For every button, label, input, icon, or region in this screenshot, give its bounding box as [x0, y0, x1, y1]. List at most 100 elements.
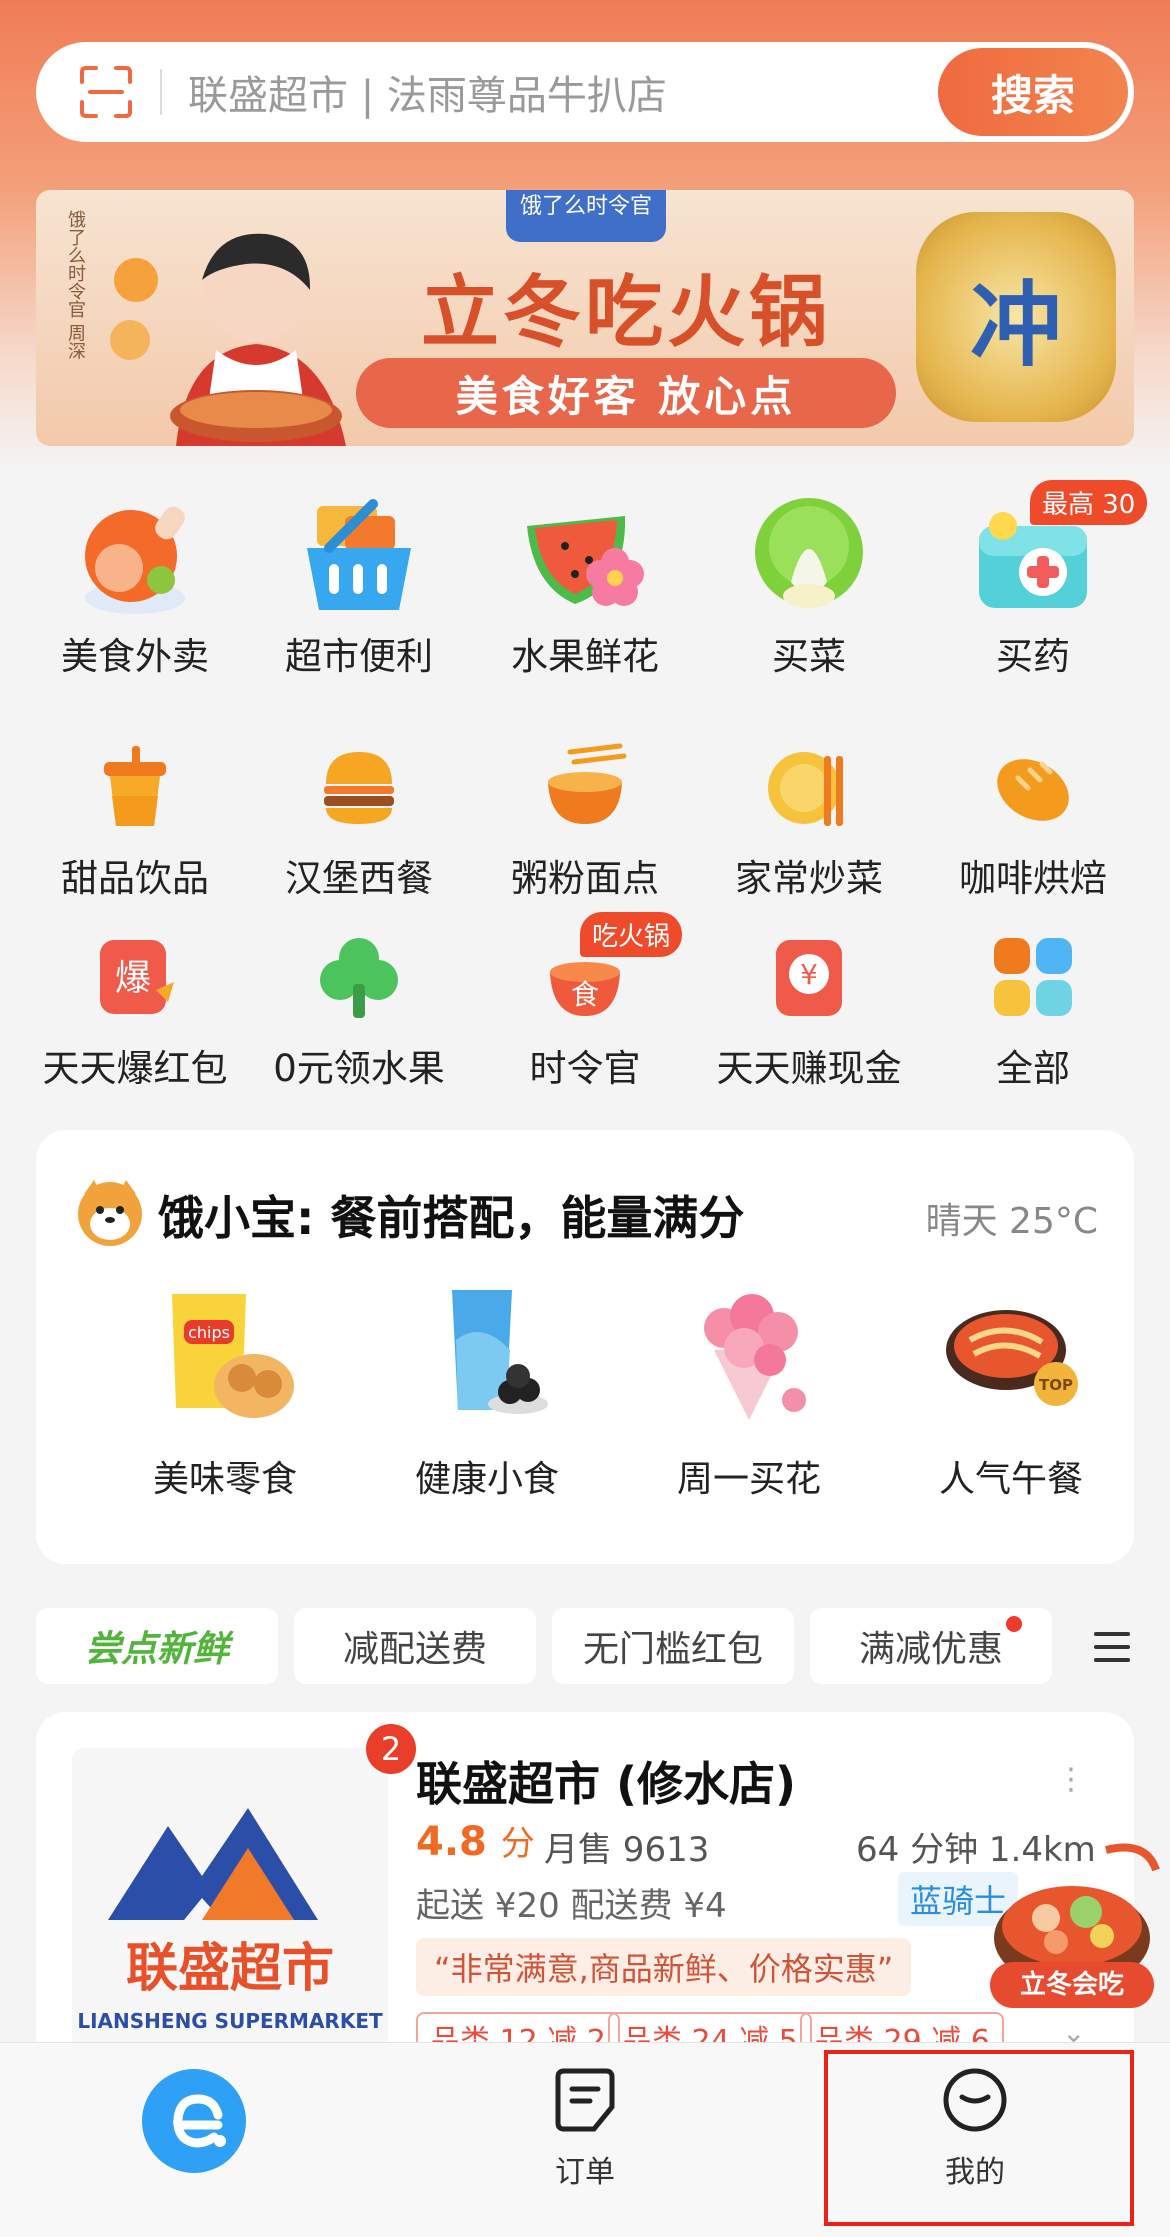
category-congee-noodles[interactable]: 粥粉面点 [472, 742, 698, 902]
store-rating: 4.8 分 [416, 1816, 535, 1865]
category-coffee-bakery[interactable]: 咖啡烘焙 [920, 742, 1146, 902]
banner-tag: 饿了么时令官 [506, 190, 666, 242]
category-fruit-flower[interactable]: 水果鲜花 [472, 486, 698, 680]
ai-item-label: 健康小食 [414, 1459, 559, 1500]
category-label: 超市便利 [285, 635, 433, 678]
category-daily-red-packet[interactable]: 爆 天天爆红包 [22, 932, 248, 1092]
medicine-badge: 最高 30 [1030, 480, 1148, 525]
watermelon-flower-icon [527, 516, 644, 606]
search-button[interactable]: 搜索 [938, 48, 1128, 136]
ai-card-name: 饿小宝: [158, 1191, 315, 1245]
category-label: 汉堡西餐 [285, 857, 433, 900]
more-options-icon[interactable]: ⋮ [1056, 1762, 1086, 1797]
store-logo-subtext: LIANSHENG SUPERMARKET [77, 2009, 383, 2033]
weather-text: 晴天 25°C [925, 1201, 1098, 1242]
noodle-bowl-icon [548, 743, 627, 824]
seasonal-bowl-icon-text: 食 [571, 978, 599, 1011]
ai-recommend-card[interactable]: 饿小宝: 餐前搭配，能量满分 晴天 25°C chips 美味零食 健康小食 周… [36, 1130, 1134, 1564]
category-all[interactable]: 全部 [920, 932, 1146, 1092]
category-supermarket[interactable]: 超市便利 [246, 486, 472, 680]
category-label: 粥粉面点 [511, 857, 659, 900]
order-icon [555, 2068, 615, 2132]
spokesperson-image [110, 233, 346, 446]
roast-leg-icon [85, 506, 185, 614]
ai-item-healthy-snack[interactable]: 健康小食 [356, 1280, 618, 1502]
menu-icon[interactable] [1092, 1630, 1132, 1664]
ai-item-snacks[interactable]: chips 美味零食 [94, 1280, 356, 1502]
search-input[interactable]: 联盛超市 | 法雨尊品牛扒店 [188, 63, 938, 121]
tab-orders-label: 订单 [555, 2155, 615, 2190]
bouquet-icon [704, 1294, 806, 1420]
review-quote: “非常满意,商品新鲜、价格实惠” [416, 1938, 912, 1996]
search-bar[interactable]: 联盛超市 | 法雨尊品牛扒店 搜索 [36, 42, 1134, 142]
charge-badge[interactable]: 冲 [916, 212, 1116, 422]
red-packet-icon: 爆 [100, 940, 174, 1014]
chips-icon-text: chips [188, 1323, 230, 1342]
healthy-snack-icon [452, 1290, 548, 1414]
chopsticks-plate-icon [768, 752, 843, 826]
red-packet-icon-text: 爆 [115, 958, 151, 999]
top-badge-text: TOP [1039, 1376, 1073, 1394]
ai-item-label: 周一买花 [676, 1459, 821, 1500]
category-label: 0元领水果 [273, 1047, 445, 1090]
category-home-cooking[interactable]: 家常炒菜 [696, 742, 922, 902]
monthly-sales: 月售 9613 [544, 1830, 710, 1870]
category-label: 天天爆红包 [42, 1047, 228, 1090]
store-logo: 联盛超市 LIANSHENG SUPERMARKET [72, 1748, 388, 2048]
shiba-mascot-icon [78, 1180, 142, 1246]
category-label: 天天赚现金 [716, 1047, 902, 1090]
category-free-fruit[interactable]: 0元领水果 [246, 932, 472, 1092]
grid-all-icon [994, 938, 1072, 1016]
ai-item-label: 美味零食 [152, 1459, 297, 1500]
filter-reduced-delivery[interactable]: 减配送费 [294, 1608, 536, 1684]
tab-orders[interactable]: 订单 [505, 2067, 665, 2191]
category-label: 家常炒菜 [735, 857, 883, 900]
basket-icon [307, 499, 411, 610]
ai-card-tagline: 餐前搭配，能量满分 [330, 1191, 745, 1245]
store-rating-unit: 分 [500, 1824, 535, 1864]
category-label: 美食外卖 [61, 635, 209, 678]
new-dot [1006, 1616, 1022, 1632]
promo-banner[interactable]: 饿了么时令官 周深 饿了么时令官 立冬吃火锅 美食好客 放心点 冲 [36, 190, 1134, 446]
filter-tabs: 尝点新鲜 减配送费 无门槛红包 满减优惠 [36, 1608, 1170, 1684]
noodle-soup-icon: TOP [946, 1310, 1078, 1406]
banner-side-text: 饿了么时令官 周深 [65, 210, 86, 360]
delivery-fees: 起送 ¥20 配送费 ¥4 [416, 1886, 727, 1926]
ai-item-label: 人气午餐 [938, 1459, 1083, 1500]
category-label: 全部 [996, 1047, 1070, 1090]
category-burger-western[interactable]: 汉堡西餐 [246, 742, 472, 902]
search-divider [160, 69, 162, 115]
category-desserts-drinks[interactable]: 甜品饮品 [22, 742, 248, 902]
category-earn-cash[interactable]: ¥ 天天赚现金 [696, 932, 922, 1092]
category-label: 水果鲜花 [511, 635, 659, 678]
category-label: 甜品饮品 [61, 857, 209, 900]
cash-icon: ¥ [776, 940, 842, 1016]
seasonal-badge: 吃火锅 [580, 912, 683, 957]
category-food-delivery[interactable]: 美食外卖 [22, 486, 248, 680]
ai-item-lunch[interactable]: TOP 人气午餐 [880, 1280, 1142, 1502]
category-label: 买药 [996, 635, 1070, 678]
category-label: 买菜 [772, 635, 846, 678]
scan-icon[interactable] [76, 62, 136, 122]
hotpot-float-label[interactable]: 立冬会吃 [990, 1962, 1154, 2008]
drink-cup-icon [104, 746, 166, 826]
cabbage-icon [755, 498, 863, 608]
store-name: 联盛超市 (修水店) [416, 1757, 797, 1811]
burger-icon [324, 752, 394, 824]
category-label: 咖啡烘焙 [959, 857, 1107, 900]
filter-discounts[interactable]: 满减优惠 [810, 1608, 1052, 1684]
cash-icon-text: ¥ [800, 958, 818, 991]
category-groceries[interactable]: 买菜 [696, 486, 922, 680]
tree-icon [320, 938, 398, 1018]
ai-item-flowers[interactable]: 周一买花 [618, 1280, 880, 1502]
filter-discounts-label: 满减优惠 [858, 1629, 1003, 1670]
filter-no-threshold-coupon[interactable]: 无门槛红包 [552, 1608, 794, 1684]
banner-subline: 美食好客 放心点 [356, 358, 896, 428]
eleme-home-icon[interactable] [142, 2069, 246, 2173]
banner-headline: 立冬吃火锅 [420, 268, 831, 358]
filter-fresh[interactable]: 尝点新鲜 [36, 1608, 278, 1684]
category-label: 时令官 [529, 1047, 641, 1090]
chips-icon: chips [172, 1294, 294, 1418]
store-logo-text: 联盛超市 [126, 1939, 334, 1999]
bread-icon [997, 759, 1069, 821]
